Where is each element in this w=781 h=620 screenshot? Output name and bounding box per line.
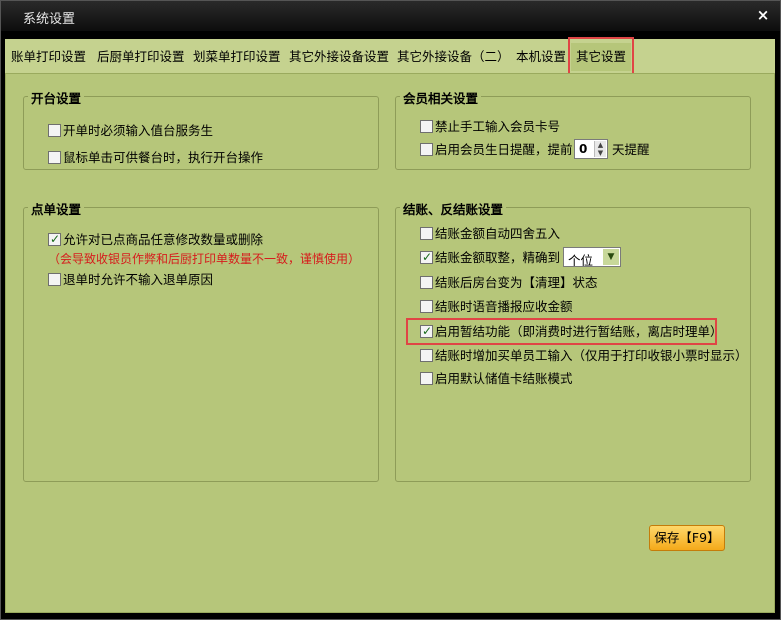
tab-bill-print[interactable]: 账单打印设置 — [11, 43, 86, 71]
option-stored-card-mode[interactable]: 启用默认储值卡结账模式 — [420, 371, 573, 387]
group-open-table: 开台设置 开单时必须输入值台服务生 鼠标单击可供餐台时，执行开台操作 — [23, 88, 379, 170]
checkbox[interactable] — [420, 120, 433, 133]
birthday-suffix-label: 天提醒 — [612, 142, 650, 157]
tab-strip: 账单打印设置 后厨单打印设置 划菜单打印设置 其它外接设备设置 其它外接设备（二… — [5, 39, 775, 73]
stepper-value: 0 — [579, 142, 588, 156]
warning-text: （会导致收银员作弊和后厨打印单数量不一致，谨慎使用） — [48, 252, 361, 266]
option-round-precision[interactable]: 结账金额取整，精确到 — [420, 249, 561, 266]
checkbox[interactable] — [420, 227, 433, 240]
save-button[interactable]: 保存【F9】 — [649, 525, 725, 551]
option-require-waiter[interactable]: 开单时必须输入值台服务生 — [48, 123, 213, 139]
window-title: 系统设置 — [23, 12, 76, 27]
checkbox[interactable] — [420, 276, 433, 289]
option-auto-round[interactable]: 结账金额自动四舍五入 — [420, 226, 560, 242]
stepper-arrows-icon[interactable]: ▲ ▼ — [594, 141, 606, 157]
option-allow-modify[interactable]: 允许对已点商品任意修改数量或删除 — [48, 231, 264, 248]
birthday-days-stepper[interactable]: 0 ▲ ▼ — [574, 139, 608, 159]
option-birthday-reminder[interactable]: 启用会员生日提醒，提前 — [420, 142, 573, 158]
checkbox-checked[interactable] — [48, 231, 61, 247]
tab-other-settings[interactable]: 其它设置 — [571, 43, 632, 71]
option-label: 结账后房台变为【清理】状态 — [435, 275, 598, 290]
tab-dish-print[interactable]: 划菜单打印设置 — [193, 43, 281, 71]
checkbox[interactable] — [48, 273, 61, 286]
option-label: 结账时增加买单员工输入（仅用于打印收银小票时显示） — [435, 348, 748, 363]
chevron-down-icon[interactable]: ▼ — [603, 249, 619, 265]
group-title: 结账、反结账设置 — [400, 199, 507, 218]
option-cashier-input[interactable]: 结账时增加买单员工输入（仅用于打印收银小票时显示） — [420, 348, 748, 364]
tab-external-devices[interactable]: 其它外接设备设置 — [289, 43, 389, 71]
group-title: 点单设置 — [28, 199, 85, 218]
checkbox[interactable] — [420, 349, 433, 362]
checkbox[interactable] — [420, 300, 433, 313]
group-order: 点单设置 允许对已点商品任意修改数量或删除 （会导致收银员作弊和后厨打印单数量不… — [23, 199, 379, 482]
option-label: 结账金额取整，精确到 — [435, 250, 561, 265]
option-label: 退单时允许不输入退单原因 — [63, 272, 214, 287]
group-title: 开台设置 — [28, 88, 85, 107]
group-member: 会员相关设置 禁止手工输入会员卡号 启用会员生日提醒，提前 0 ▲ ▼ 天提醒 — [395, 88, 751, 170]
checkbox[interactable] — [48, 151, 61, 164]
option-label: 结账金额自动四舍五入 — [435, 226, 561, 241]
option-label: 禁止手工输入会员卡号 — [435, 119, 561, 134]
option-label: 启用暂结功能（即消费时进行暂结账，离店时理单） — [435, 324, 723, 339]
title-bar: 系统设置 × — [1, 1, 780, 31]
checkbox[interactable] — [420, 143, 433, 156]
checkbox-checked[interactable] — [420, 249, 433, 265]
option-temp-checkout[interactable]: 启用暂结功能（即消费时进行暂结账，离店时理单） — [420, 323, 723, 340]
checkbox[interactable] — [48, 124, 61, 137]
tab-external-devices-2[interactable]: 其它外接设备（二） — [397, 43, 510, 71]
group-title: 会员相关设置 — [400, 88, 482, 107]
option-click-to-open[interactable]: 鼠标单击可供餐台时，执行开台操作 — [48, 150, 263, 166]
settings-window: 系统设置 × 账单打印设置 后厨单打印设置 划菜单打印设置 其它外接设备设置 其… — [0, 0, 781, 620]
option-voice-announce[interactable]: 结账时语音播报应收金额 — [420, 299, 573, 315]
tab-local-settings[interactable]: 本机设置 — [516, 43, 566, 71]
option-label: 允许对已点商品任意修改数量或删除 — [63, 232, 264, 247]
option-label: 鼠标单击可供餐台时，执行开台操作 — [63, 150, 264, 165]
option-label: 结账时语音播报应收金额 — [435, 299, 573, 314]
option-label: 开单时必须输入值台服务生 — [63, 123, 214, 138]
option-label: 启用会员生日提醒，提前 — [435, 142, 573, 157]
select-value: 个位 — [568, 253, 594, 268]
option-no-refund-reason[interactable]: 退单时允许不输入退单原因 — [48, 272, 213, 288]
option-clear-status[interactable]: 结账后房台变为【清理】状态 — [420, 275, 598, 291]
precision-select[interactable]: 个位 ▼ — [563, 247, 621, 268]
group-checkout: 结账、反结账设置 结账金额自动四舍五入 结账金额取整，精确到 个位 ▼ 结账后房… — [395, 199, 751, 482]
option-label: 启用默认储值卡结账模式 — [435, 371, 573, 386]
close-icon[interactable]: × — [754, 6, 772, 24]
checkbox-checked[interactable] — [420, 323, 433, 339]
tab-kitchen-print[interactable]: 后厨单打印设置 — [97, 43, 185, 71]
checkbox[interactable] — [420, 372, 433, 385]
option-no-manual-card[interactable]: 禁止手工输入会员卡号 — [420, 119, 560, 135]
